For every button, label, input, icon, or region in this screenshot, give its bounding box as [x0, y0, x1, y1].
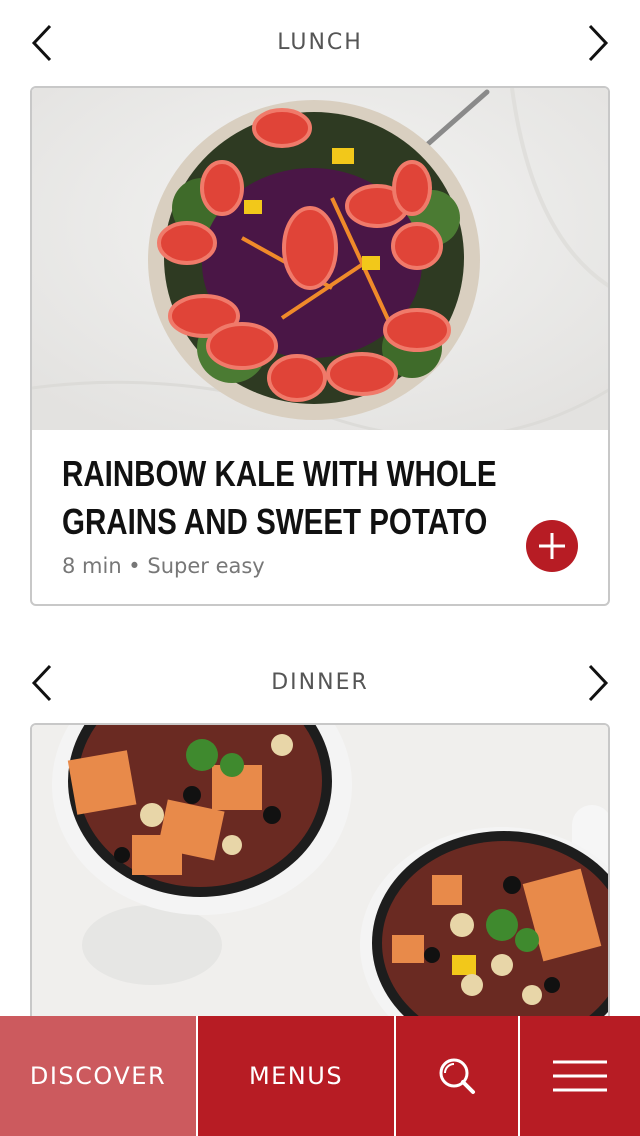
- dinner-recipe-card[interactable]: [30, 723, 610, 1043]
- lunch-recipe-image: [32, 88, 608, 430]
- lunch-recipe-title-line1: RAINBOW KALE WITH WHOLE: [62, 453, 497, 494]
- salad-bowl-photo: [32, 88, 608, 430]
- add-recipe-button[interactable]: [526, 520, 578, 572]
- tab-menus-label: MENUS: [248, 1062, 344, 1090]
- plus-icon: [539, 533, 565, 559]
- menu-button[interactable]: [520, 1016, 640, 1136]
- tab-menus[interactable]: MENUS: [198, 1016, 396, 1136]
- hamburger-menu-icon: [553, 1060, 607, 1092]
- dinner-next-arrow[interactable]: [578, 658, 618, 708]
- chili-bowls-photo: [32, 725, 608, 1041]
- lunch-recipe-title-line2: GRAINS AND SWEET POTATO: [62, 501, 488, 542]
- search-button[interactable]: [396, 1016, 520, 1136]
- search-icon: [439, 1058, 475, 1094]
- lunch-recipe-meta: 8 min • Super easy: [62, 554, 265, 578]
- bottom-tab-bar: DISCOVER MENUS: [0, 1016, 640, 1136]
- lunch-recipe-card[interactable]: RAINBOW KALE WITH WHOLE GRAINS AND SWEET…: [30, 86, 610, 606]
- chevron-right-icon: [588, 664, 609, 702]
- lunch-recipe-title[interactable]: RAINBOW KALE WITH WHOLE GRAINS AND SWEET…: [62, 450, 521, 546]
- dinner-section-title: DINNER: [271, 670, 369, 695]
- dinner-section-header: DINNER: [0, 654, 640, 714]
- lunch-recipe-details: RAINBOW KALE WITH WHOLE GRAINS AND SWEET…: [32, 430, 608, 578]
- tab-discover-label: DISCOVER: [29, 1062, 167, 1090]
- tab-discover[interactable]: DISCOVER: [0, 1016, 198, 1136]
- lunch-section-header: LUNCH: [0, 14, 640, 74]
- chevron-right-icon: [588, 24, 609, 62]
- dinner-recipe-image: [32, 725, 608, 1041]
- lunch-next-arrow[interactable]: [578, 18, 618, 68]
- lunch-section-title: LUNCH: [277, 30, 363, 55]
